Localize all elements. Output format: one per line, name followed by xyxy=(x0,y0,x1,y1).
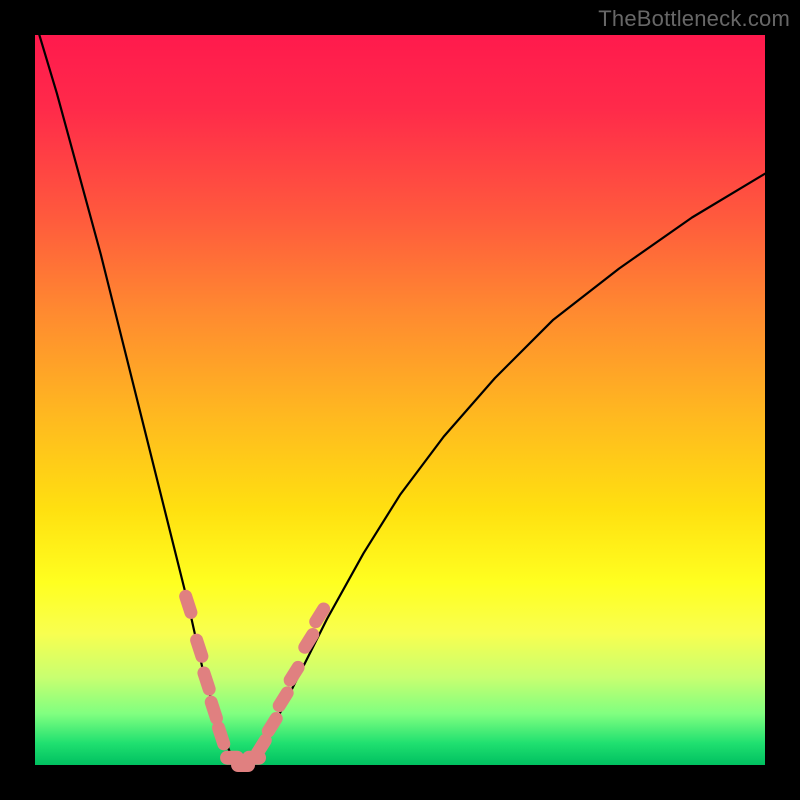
curve-marker xyxy=(188,632,210,665)
chart-frame: TheBottleneck.com xyxy=(0,0,800,800)
curve-markers xyxy=(177,588,332,772)
plot-area xyxy=(35,35,765,765)
curve-marker xyxy=(281,658,307,689)
watermark-text: TheBottleneck.com xyxy=(598,6,790,32)
bottleneck-curve xyxy=(35,20,765,765)
curve-marker xyxy=(242,751,266,765)
curve-marker xyxy=(177,588,199,621)
chart-svg xyxy=(35,35,765,765)
curve-marker xyxy=(296,626,322,657)
curve-marker xyxy=(196,665,218,698)
curve-marker xyxy=(203,694,225,727)
curve-marker xyxy=(210,720,232,753)
